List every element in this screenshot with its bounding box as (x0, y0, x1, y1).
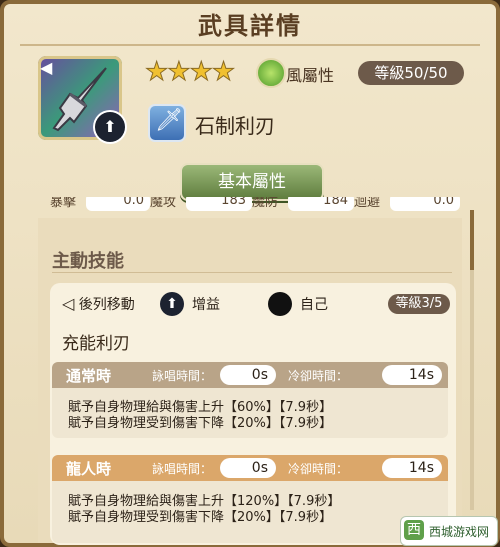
buff-up-icon: ⬆ (160, 292, 184, 316)
rarity-stars: ★★★★ (144, 57, 235, 88)
section-divider (52, 272, 452, 273)
cooldown-label: 冷卻時間： (288, 462, 349, 476)
dragon-mode-label: 龍人時 (66, 460, 112, 478)
stat-label: 暴擊 (50, 197, 77, 210)
watermark-text: 西城游戏网 (429, 525, 490, 539)
weapon-level-badge: 等級50/50 (358, 61, 464, 85)
stat-label: 迴避 (354, 197, 381, 210)
back-move-meta: ◁ 後列移動 (62, 294, 135, 314)
normal-mode-label: 通常時 (66, 367, 112, 385)
cooldown-value: 14s (382, 458, 442, 478)
watermark: 西 西城游戏网 (400, 516, 498, 546)
cooldown-label: 冷卻時間： (288, 369, 349, 383)
site-logo-icon: 西 (404, 520, 424, 540)
stat-crit: 暴擊 0.0 (50, 197, 150, 211)
back-move-icon: ◁ (62, 294, 75, 313)
stat-row: 暴擊 0.0 魔攻 183 魔防 184 迴避 0.0 (38, 197, 462, 217)
stat-label: 魔防 (252, 197, 279, 210)
sword-icon: 🗡 (155, 108, 183, 133)
up-arrow-icon: ⬆ (95, 112, 125, 142)
normal-desc-line: 賦予自身物理受到傷害下降【20%】【7.9秒】 (68, 416, 333, 431)
normal-mode-header: 通常時 詠唱時間： 0s 冷卻時間： 14s (52, 362, 448, 388)
stat-value: 0.0 (433, 197, 454, 208)
cast-time-label: 詠唱時間： (152, 369, 213, 383)
stat-matk: 魔攻 183 (150, 197, 252, 211)
star-icon: ★★★★ (144, 57, 235, 88)
wind-attribute-icon (256, 58, 286, 88)
self-target-icon (268, 292, 292, 316)
buff-label: 增益 (192, 297, 220, 313)
weapon-name: 石制利刃 (195, 114, 275, 138)
active-skill-title: 主動技能 (52, 251, 124, 272)
self-label: 自己 (300, 297, 328, 313)
stat-evade: 迴避 0.0 (354, 197, 460, 211)
skill-level-badge: 等級3/5 (388, 294, 450, 314)
cooldown-value: 14s (382, 365, 442, 385)
cast-time-value: 0s (220, 365, 276, 385)
title-divider (20, 44, 480, 46)
scrollbar-thumb[interactable] (470, 210, 474, 270)
stat-value: 183 (221, 197, 246, 208)
page-title: 武具詳情 (198, 12, 302, 40)
attribute-label: 風屬性 (286, 66, 335, 85)
stat-label: 魔攻 (150, 197, 177, 210)
tab-basic-attributes[interactable]: 基本屬性 (180, 163, 324, 201)
cast-time-label: 詠唱時間： (152, 462, 213, 476)
stat-mdef: 魔防 184 (252, 197, 354, 211)
back-arrow-icon[interactable]: ◀ (40, 58, 52, 77)
dragon-mode-header: 龍人時 詠唱時間： 0s 冷卻時間： 14s (52, 455, 448, 481)
stat-value: 184 (323, 197, 348, 208)
stat-value: 0.0 (123, 197, 144, 208)
cast-time-value: 0s (220, 458, 276, 478)
back-move-label: 後列移動 (78, 297, 135, 313)
dragon-desc-line: 賦予自身物理受到傷害下降【20%】【7.9秒】 (68, 510, 333, 525)
weapon-type-icon: 🗡 (148, 104, 186, 142)
skill-name: 充能利刃 (62, 334, 130, 354)
